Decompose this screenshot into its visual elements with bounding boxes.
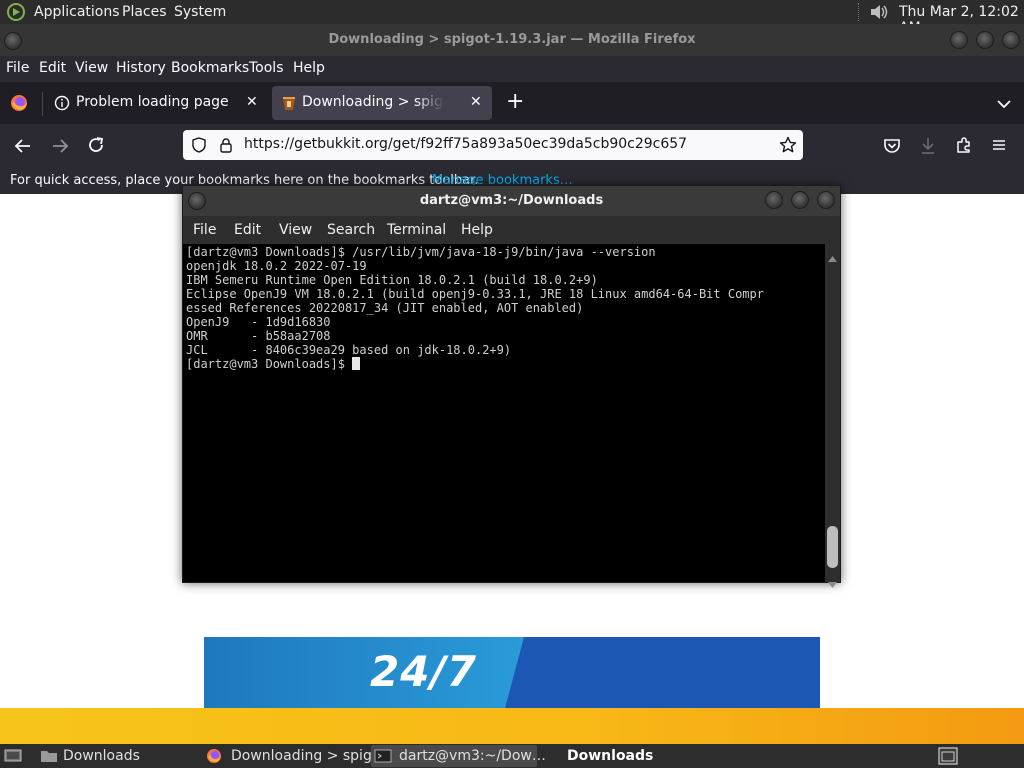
show-desktop-icon[interactable] (4, 748, 22, 764)
url-bar[interactable]: https://getbukkit.org/get/f92ff75a893a50… (183, 130, 803, 160)
scroll-up-arrow-icon[interactable] (828, 247, 837, 262)
lock-icon[interactable] (219, 137, 233, 153)
cursor (352, 357, 361, 370)
applications-menu[interactable]: Applications (34, 4, 120, 20)
tab-label: Downloading > spigot-1.19.3.jar (302, 94, 444, 110)
scroll-down-arrow-icon[interactable] (828, 573, 837, 588)
page-accent-bar (0, 708, 1024, 744)
output-line: [dartz@vm3 Downloads]$ /usr/lib/jvm/java… (186, 245, 656, 259)
tab-problem-loading[interactable]: Problem loading page ✕ (46, 86, 268, 120)
output-line: IBM Semeru Runtime Open Edition 18.0.2.1… (186, 273, 598, 287)
terminal-menubar: File Edit View Search Terminal Help (183, 216, 840, 244)
taskbar-item-downloads-dialog[interactable]: Downloads (540, 745, 700, 767)
panel-separator (858, 3, 862, 21)
shield-icon[interactable] (191, 137, 207, 153)
tab-bar: Problem loading page ✕ Downloading > spi… (0, 82, 1024, 124)
tab-separator (42, 92, 43, 116)
close-tab-icon[interactable]: ✕ (470, 94, 482, 110)
minimize-button[interactable] (950, 31, 968, 49)
menu-file[interactable]: File (6, 60, 29, 76)
output-line: openjdk 18.0.2 2022-07-19 (186, 259, 367, 273)
terminal-menu-search[interactable]: Search (327, 222, 375, 238)
terminal-maximize-button[interactable] (791, 191, 809, 209)
tab-downloading[interactable]: Downloading > spigot-1.19.3.jar ✕ (272, 86, 492, 120)
reload-icon[interactable] (87, 136, 105, 154)
taskbar-label: Downloading > spig… (231, 748, 386, 764)
firefox-icon (206, 748, 222, 764)
places-menu[interactable]: Places (122, 4, 167, 20)
firefox-menubar: File Edit View History Bookmarks Tools H… (0, 56, 1024, 82)
extensions-icon[interactable] (955, 136, 973, 154)
bottom-taskbar: Downloads Downloading > spig… dartz@vm3:… (0, 744, 1024, 768)
taskbar-item-firefox[interactable]: Downloading > spig… (204, 745, 386, 767)
tab-label: Problem loading page (76, 94, 229, 110)
navigation-toolbar: https://getbukkit.org/get/f92ff75a893a50… (0, 124, 1024, 168)
new-tab-button[interactable]: + (506, 90, 524, 114)
terminal-menu-help[interactable]: Help (461, 222, 493, 238)
menu-edit[interactable]: Edit (39, 60, 66, 76)
menu-help[interactable]: Help (293, 60, 325, 76)
scrollbar-thumb[interactable] (827, 526, 838, 568)
menu-history[interactable]: History (116, 60, 166, 76)
terminal-titlebar[interactable]: dartz@vm3:~/Downloads (183, 186, 840, 216)
top-panel: Applications Places System Thu Mar 2, 12… (0, 0, 1024, 36)
output-line: JCL - 8406c39ea29 based on jdk-18.0.2+9) (186, 343, 512, 357)
forward-arrow-icon[interactable] (51, 137, 69, 155)
prompt: [dartz@vm3 Downloads]$ (186, 357, 353, 371)
output-line: Eclipse OpenJ9 VM 18.0.2.1 (build openj9… (186, 287, 764, 301)
info-icon (54, 95, 70, 111)
terminal-menu-terminal[interactable]: Terminal (387, 222, 446, 238)
terminal-menu-view[interactable]: View (279, 222, 312, 238)
terminal-window[interactable]: dartz@vm3:~/Downloads File Edit View Sea… (182, 185, 841, 588)
terminal-minimize-button[interactable] (765, 191, 783, 209)
ad-banner[interactable]: 24/7 (204, 637, 820, 709)
terminal-title: dartz@vm3:~/Downloads (419, 193, 604, 208)
firefox-view-icon[interactable] (10, 94, 28, 112)
firefox-window-title: Downloading > spigot-1.19.3.jar — Mozill… (328, 32, 696, 47)
taskbar-item-terminal[interactable]: dartz@vm3:~/Dow… (371, 745, 546, 767)
bukkit-favicon-icon (282, 95, 296, 111)
close-tab-icon[interactable]: ✕ (246, 94, 258, 110)
close-button[interactable] (1002, 31, 1020, 49)
taskbar-label: Downloads (63, 748, 140, 764)
downloads-icon[interactable] (919, 136, 937, 156)
url-text[interactable]: https://getbukkit.org/get/f92ff75a893a50… (244, 136, 687, 152)
output-line: essed References 20220817_34 (JIT enable… (186, 301, 584, 315)
terminal-scrollbar[interactable] (825, 244, 840, 588)
list-all-tabs-icon[interactable] (996, 95, 1012, 109)
menu-view[interactable]: View (75, 60, 108, 76)
terminal-menu-edit[interactable]: Edit (234, 222, 261, 238)
folder-icon (40, 748, 58, 764)
terminal-screen[interactable]: [dartz@vm3 Downloads]$ /usr/lib/jvm/java… (183, 244, 825, 582)
bookmark-star-icon[interactable] (779, 136, 797, 154)
terminal-menu-file[interactable]: File (193, 222, 216, 238)
banner-text: 24/7 (370, 647, 478, 696)
distro-logo-icon[interactable] (7, 3, 25, 21)
output-line: OpenJ9 - 1d9d16830 (186, 315, 331, 329)
pocket-icon[interactable] (883, 137, 901, 155)
menu-bookmarks[interactable]: Bookmarks (171, 60, 249, 76)
system-menu[interactable]: System (174, 4, 226, 20)
back-arrow-icon[interactable] (14, 137, 32, 155)
output-line: OMR - b58aa2708 (186, 329, 331, 343)
taskbar-label: Downloads (567, 748, 654, 764)
workspace-switcher-icon[interactable] (938, 746, 958, 766)
hamburger-menu-icon[interactable] (991, 137, 1007, 153)
firefox-titlebar[interactable]: Downloading > spigot-1.19.3.jar — Mozill… (0, 24, 1024, 56)
taskbar-label: dartz@vm3:~/Dow… (399, 748, 546, 764)
terminal-output: [dartz@vm3 Downloads]$ /usr/lib/jvm/java… (186, 245, 764, 371)
menu-tools[interactable]: Tools (249, 60, 284, 76)
terminal-close-button[interactable] (817, 191, 835, 209)
maximize-button[interactable] (976, 31, 994, 49)
terminal-icon (374, 748, 392, 764)
volume-icon[interactable] (868, 2, 890, 22)
taskbar-item-downloads-folder[interactable]: Downloads (38, 745, 198, 767)
